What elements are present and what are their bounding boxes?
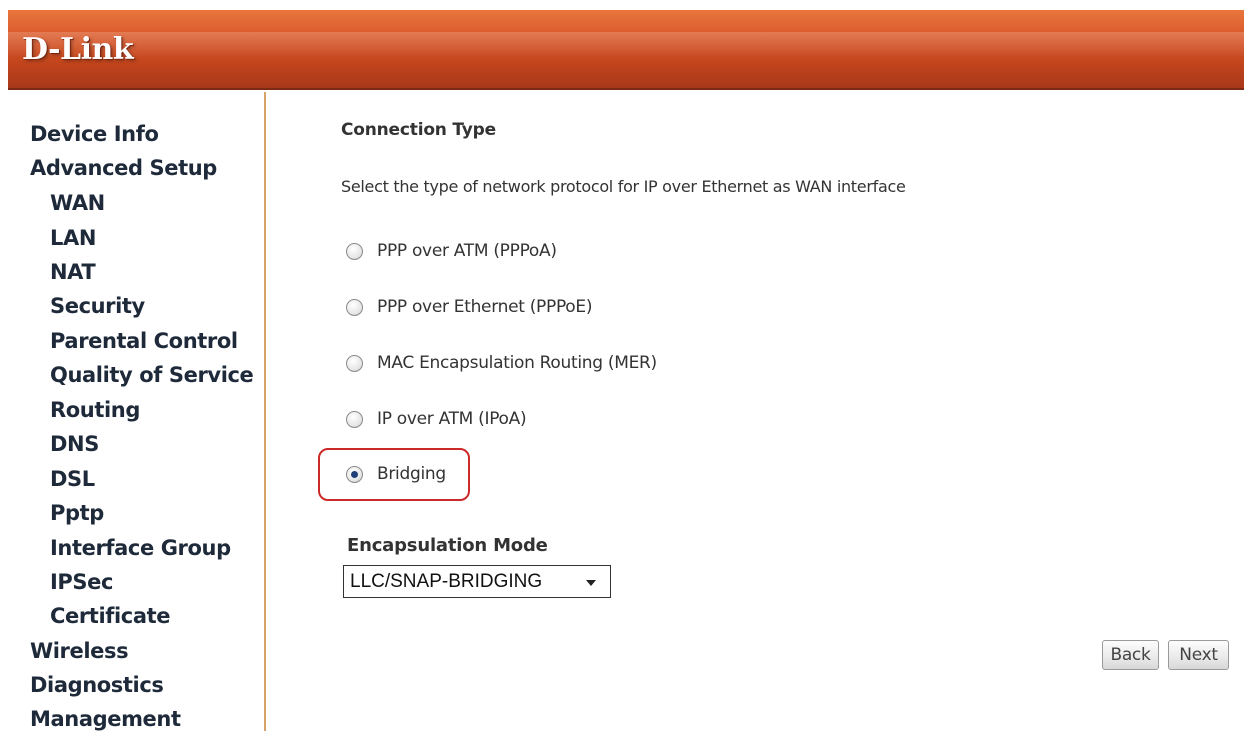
sidebar-item-pptp[interactable]: Pptp	[50, 501, 104, 525]
sidebar-item-device-info[interactable]: Device Info	[30, 122, 159, 146]
sidebar-item-routing[interactable]: Routing	[50, 398, 140, 422]
sidebar-nav: Device Info Advanced Setup WAN LAN NAT S…	[8, 92, 266, 731]
option-pppoa[interactable]: PPP over ATM (PPPoA)	[346, 239, 557, 263]
radio-bridging[interactable]	[346, 465, 363, 483]
radio-mer[interactable]	[346, 354, 363, 372]
header-banner: D-Link	[8, 10, 1244, 90]
main-content: Connection Type Select the type of netwo…	[268, 92, 1244, 731]
option-label: IP over ATM (IPoA)	[377, 409, 527, 429]
encapsulation-mode-select[interactable]: LLC/SNAP-BRIDGING	[343, 565, 611, 598]
sidebar-item-management[interactable]: Management	[30, 707, 181, 731]
back-button[interactable]: Back	[1102, 640, 1159, 670]
option-label: PPP over Ethernet (PPPoE)	[377, 297, 593, 317]
sidebar-item-dns[interactable]: DNS	[50, 432, 99, 456]
sidebar-item-certificate[interactable]: Certificate	[50, 604, 170, 628]
option-bridging[interactable]: Bridging	[346, 462, 446, 486]
dlink-logo: D-Link	[22, 32, 134, 67]
sidebar-item-quality-of-service[interactable]: Quality of Service	[50, 363, 254, 387]
option-label: PPP over ATM (PPPoA)	[377, 241, 557, 261]
option-pppoe[interactable]: PPP over Ethernet (PPPoE)	[346, 295, 592, 319]
sidebar-item-wireless[interactable]: Wireless	[30, 639, 129, 663]
page-title: Connection Type	[341, 120, 496, 140]
encapsulation-mode-value: LLC/SNAP-BRIDGING	[350, 570, 543, 592]
sidebar-item-diagnostics[interactable]: Diagnostics	[30, 673, 164, 697]
sidebar-item-parental-control[interactable]: Parental Control	[50, 329, 238, 353]
option-ipoa[interactable]: IP over ATM (IPoA)	[346, 407, 527, 431]
option-label: Bridging	[377, 464, 446, 484]
radio-pppoe[interactable]	[346, 298, 363, 316]
page-description: Select the type of network protocol for …	[341, 177, 906, 196]
sidebar-item-interface-group[interactable]: Interface Group	[50, 536, 231, 560]
radio-pppoa[interactable]	[346, 242, 363, 260]
sidebar-item-wan[interactable]: WAN	[50, 191, 105, 215]
sidebar-item-lan[interactable]: LAN	[50, 226, 96, 250]
sidebar-item-ipsec[interactable]: IPSec	[50, 570, 113, 594]
radio-ipoa[interactable]	[346, 410, 363, 428]
sidebar-item-nat[interactable]: NAT	[50, 260, 96, 284]
option-label: MAC Encapsulation Routing (MER)	[377, 353, 657, 373]
next-button[interactable]: Next	[1168, 640, 1229, 670]
sidebar-item-dsl[interactable]: DSL	[50, 467, 95, 491]
chevron-down-icon	[586, 580, 596, 586]
sidebar-item-advanced-setup[interactable]: Advanced Setup	[30, 156, 217, 180]
option-mer[interactable]: MAC Encapsulation Routing (MER)	[346, 351, 657, 375]
sidebar-item-security[interactable]: Security	[50, 294, 145, 318]
encapsulation-mode-label: Encapsulation Mode	[347, 535, 548, 556]
